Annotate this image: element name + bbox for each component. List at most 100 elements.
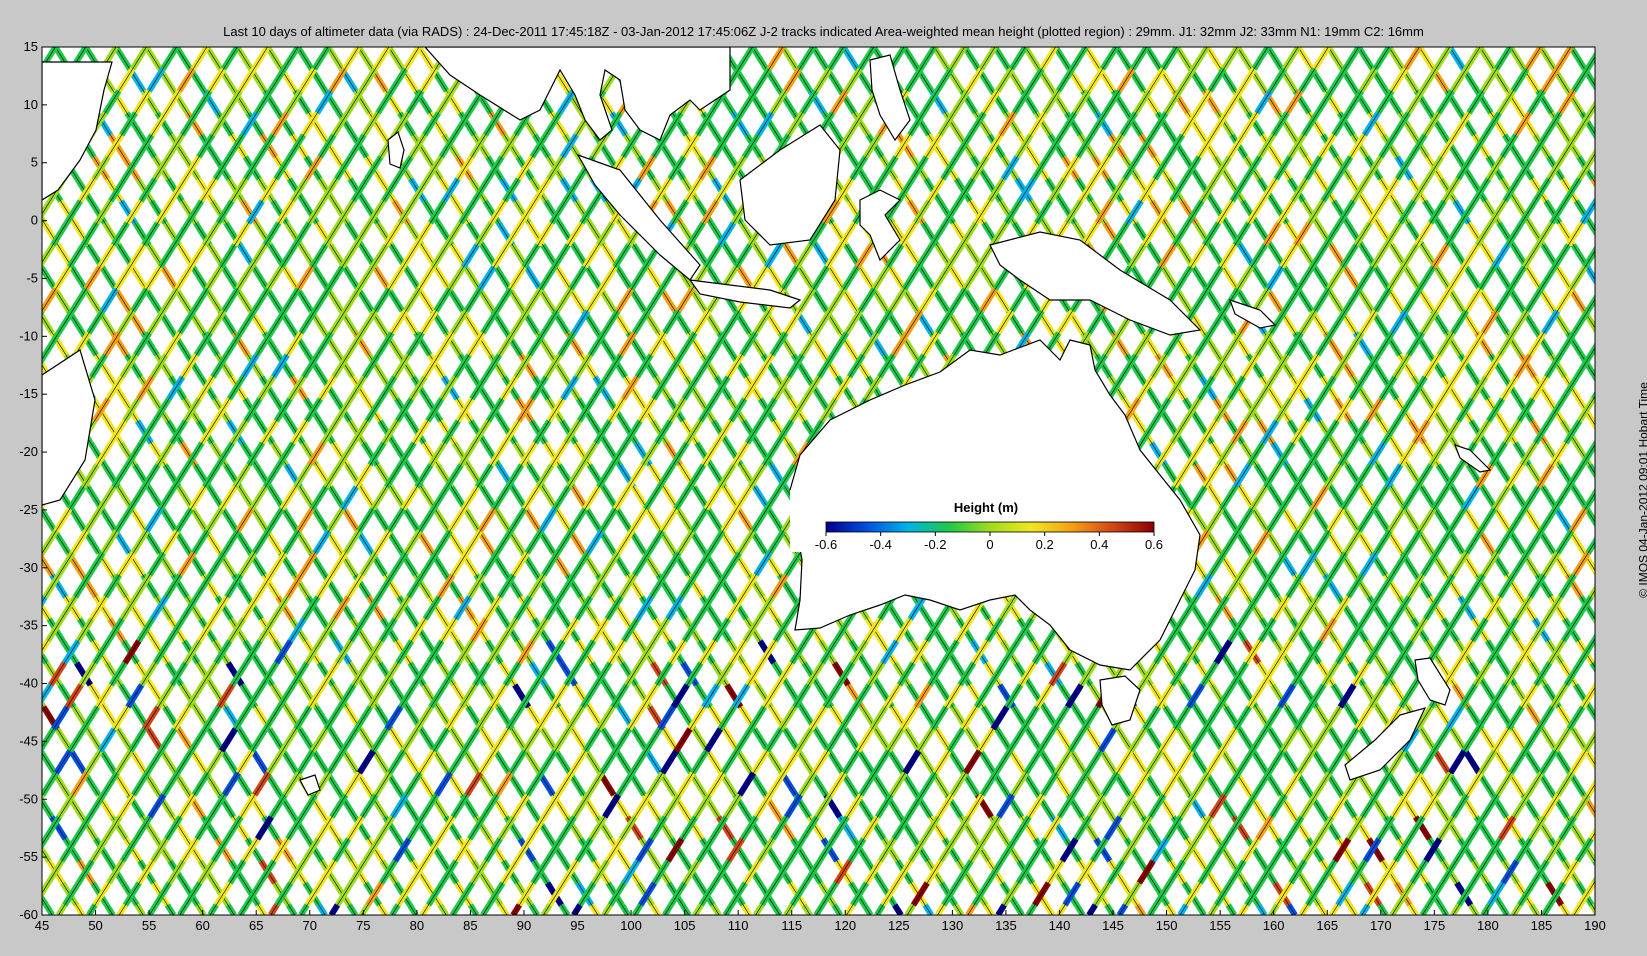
track-segment — [6, 113, 20, 135]
track-segment — [0, 113, 14, 135]
track-segment — [1598, 91, 1612, 113]
track-segment — [1611, 839, 1625, 861]
track-segment — [1608, 883, 1622, 905]
track-segment — [1622, 905, 1628, 915]
track-segment — [1614, 795, 1628, 817]
track-segment — [42, 69, 45, 75]
track-segment — [1603, 729, 1617, 751]
track-segment — [1606, 443, 1620, 465]
track-segment — [1631, 289, 1645, 311]
track-segment — [22, 575, 36, 597]
track-segment — [0, 47, 9, 69]
track-segment — [0, 751, 9, 773]
track-segment — [20, 179, 34, 201]
track-segment — [1601, 531, 1615, 553]
track-segment — [1, 597, 15, 619]
altimeter-map: 45 50 55 60 65 70 75 80 85 90 95 100 105 110 115 120 125… — [0, 39, 1647, 933]
track-segment — [0, 729, 10, 751]
track-segment — [0, 223, 6, 245]
track-segment — [5, 839, 19, 861]
map-figure: Last 10 days of altimeter data (via RADS… — [0, 0, 1647, 956]
track-segment — [10, 751, 24, 773]
track-segment — [1612, 597, 1626, 619]
track-segment — [14, 465, 28, 487]
track-segment — [0, 619, 2, 641]
track-segment — [0, 553, 12, 575]
track-segment — [1628, 817, 1642, 839]
track-segment — [1615, 69, 1629, 91]
track-segment — [1601, 289, 1615, 311]
track-segment — [1642, 839, 1647, 861]
track-segment — [1592, 377, 1595, 383]
track-segment — [0, 69, 11, 91]
track-segment — [1598, 575, 1612, 597]
track-segment — [1609, 157, 1623, 179]
track-segment — [20, 421, 34, 443]
track-segment — [19, 861, 33, 883]
track-segment — [0, 289, 8, 311]
track-segment — [23, 465, 37, 487]
track-segment — [1633, 729, 1647, 751]
track-segment — [1614, 553, 1628, 575]
track-segment — [3, 157, 17, 179]
track-segment — [1620, 707, 1634, 729]
track-segment — [1640, 157, 1647, 179]
track-segment — [1607, 201, 1621, 223]
track-segment — [1598, 333, 1612, 355]
track-segment — [12, 531, 26, 553]
track-segment — [0, 487, 11, 509]
track-segment — [0, 663, 4, 685]
track-segment — [5, 355, 19, 377]
track-segment — [3, 157, 17, 179]
track-segment — [1617, 509, 1631, 531]
track-segment — [1626, 135, 1640, 157]
track-segment — [0, 135, 3, 157]
track-segment — [1603, 487, 1617, 509]
track-segment — [1615, 311, 1629, 333]
track-segment — [1632, 47, 1646, 69]
track-segment — [1600, 773, 1614, 795]
track-segment — [1, 355, 15, 377]
track-segment — [0, 817, 5, 839]
track-segment — [6, 443, 20, 465]
track-segment — [5, 597, 19, 619]
track-segment — [1636, 685, 1647, 707]
track-segment — [6, 201, 20, 223]
track-segment — [1609, 399, 1623, 421]
track-segment — [0, 245, 11, 267]
track-segment — [1618, 267, 1632, 289]
track-segment — [0, 861, 2, 883]
track-segment — [1625, 861, 1639, 883]
track-segment — [0, 443, 13, 465]
track-segment — [23, 707, 37, 729]
track-segment — [0, 333, 5, 355]
j2-track-line — [0, 47, 25, 915]
track-segment — [15, 575, 29, 597]
track-segment — [1592, 619, 1595, 625]
track-segment — [1601, 47, 1615, 69]
track-segment — [1642, 355, 1647, 377]
track-segment — [0, 267, 9, 289]
track-segment — [1623, 421, 1637, 443]
track-segment — [17, 135, 31, 157]
track-segment — [13, 707, 27, 729]
track-segment — [1642, 597, 1647, 619]
track-segment — [0, 91, 6, 113]
track-segment — [0, 575, 5, 597]
track-segment — [17, 179, 31, 201]
track-segment — [0, 179, 3, 201]
track-segment — [1609, 641, 1623, 663]
track-segment — [14, 223, 28, 245]
track-segment — [1594, 818, 1595, 819]
track-segment — [0, 465, 6, 487]
track-segment — [1593, 135, 1595, 140]
track-segment — [9, 245, 23, 267]
track-segment — [0, 773, 8, 795]
track-segment — [1606, 685, 1620, 707]
track-segment — [20, 135, 34, 157]
track-segment — [9, 69, 23, 91]
track-segment — [1639, 883, 1647, 905]
track-segment — [1628, 333, 1642, 355]
track-segment — [1625, 619, 1639, 641]
track-segment — [12, 289, 26, 311]
